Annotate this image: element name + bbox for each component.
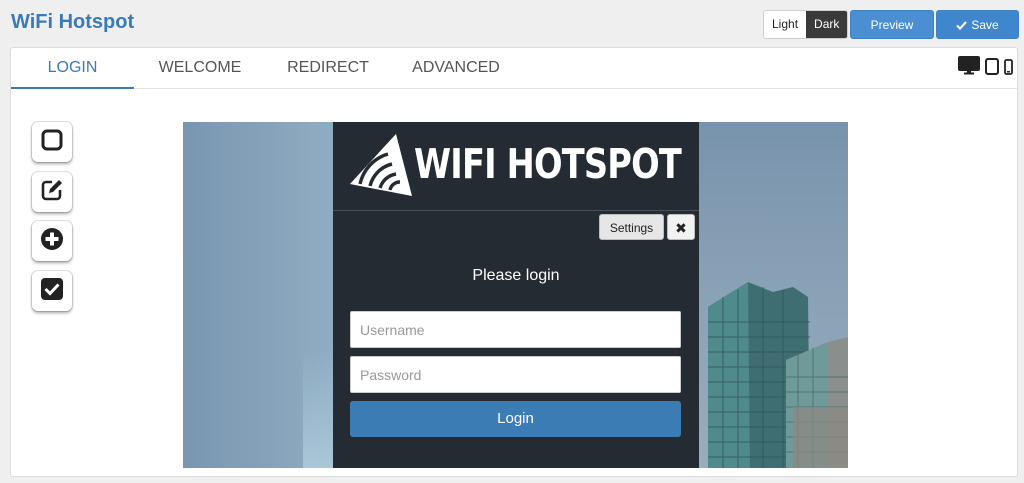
theme-dark-button[interactable]: Dark [806,11,848,38]
tablet-icon[interactable] [985,58,999,80]
edit-tool-button[interactable] [32,172,72,212]
background-building [708,282,848,468]
preview-canvas: WIFI HOTSPOT Settings ✖ Please login Log… [183,122,848,468]
wifi-logo-icon [348,132,414,203]
square-tool-button[interactable] [32,122,72,162]
tab-login[interactable]: LOGIN [11,48,134,89]
login-button[interactable]: Login [350,401,681,437]
password-field[interactable] [350,356,681,393]
check-tool-button[interactable] [32,271,72,311]
close-button[interactable]: ✖ [667,214,695,240]
save-button[interactable]: Save [936,10,1019,39]
logo-area: WIFI HOTSPOT [333,122,699,211]
username-field[interactable] [350,311,681,348]
tab-welcome[interactable]: WELCOME [144,48,256,89]
square-icon [41,129,63,156]
tab-bar: LOGIN WELCOME REDIRECT ADVANCED [11,48,1017,89]
logo-text: WIFI HOTSPOT [414,140,682,188]
login-panel: WIFI HOTSPOT Settings ✖ Please login Log… [333,122,699,468]
add-tool-button[interactable] [32,221,72,261]
save-label: Save [971,18,999,32]
check-icon [956,18,971,32]
plus-circle-icon [40,227,64,256]
phone-icon[interactable] [1004,59,1013,80]
settings-button[interactable]: Settings [599,214,664,240]
app-title: WiFi Hotspot [11,11,135,33]
preview-button[interactable]: Preview [850,10,934,39]
theme-light-button[interactable]: Light [764,11,807,38]
device-switcher [958,56,1013,80]
theme-toggle: Light Dark [763,10,849,39]
desktop-icon[interactable] [958,56,980,80]
tab-advanced[interactable]: ADVANCED [403,48,509,89]
background-sky [183,122,333,468]
checkbox-icon [40,277,64,306]
close-icon: ✖ [675,220,687,236]
tab-redirect[interactable]: REDIRECT [273,48,383,89]
edit-icon [40,178,64,207]
editor-panel: LOGIN WELCOME REDIRECT ADVANCED WIFI HOT… [10,47,1018,477]
login-heading: Please login [472,267,560,284]
